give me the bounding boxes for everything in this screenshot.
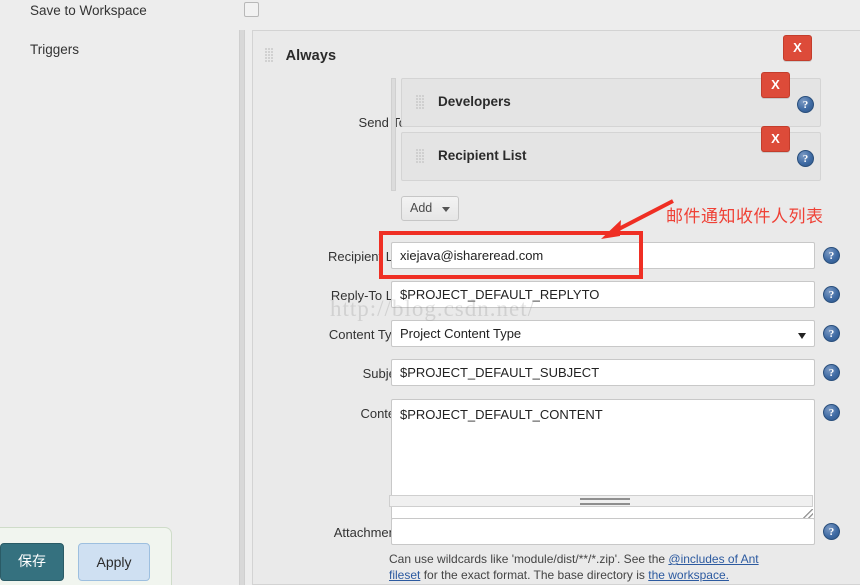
close-recipient-list-button[interactable]: X <box>761 126 790 152</box>
label-content: Content <box>281 406 406 421</box>
send-to-rail <box>391 78 396 191</box>
close-always-panel-button[interactable]: X <box>783 35 812 61</box>
add-recipient-button[interactable]: Add <box>401 196 459 221</box>
recipient-card-recipient-list: Recipient List X ? <box>401 132 821 181</box>
add-button-label: Add <box>410 201 432 215</box>
drag-handle-icon[interactable] <box>416 149 425 164</box>
save-to-workspace-checkbox[interactable] <box>244 2 259 17</box>
label-triggers: Triggers <box>30 42 79 57</box>
workspace-link[interactable]: the workspace. <box>648 568 729 582</box>
scrollbar-thumb[interactable] <box>580 498 630 505</box>
attachments-help-text: Can use wildcards like 'module/dist/**/*… <box>389 551 819 583</box>
help-icon[interactable]: ? <box>823 364 840 381</box>
help-icon[interactable]: ? <box>823 286 840 303</box>
recipient-list-input[interactable] <box>391 242 815 269</box>
recipient-card-developers: Developers X ? <box>401 78 821 127</box>
label-reply-to-list: Reply-To List <box>281 288 406 303</box>
always-title-text: Always <box>286 48 337 64</box>
subject-input[interactable] <box>391 359 815 386</box>
help-text-part2: for the exact format. The base directory… <box>420 568 648 582</box>
left-form-pane: Save to Workspace Triggers <box>0 0 240 585</box>
annotation-text: 邮件通知收件人列表 <box>666 202 824 227</box>
label-subject: Subject <box>281 366 406 381</box>
drag-handle-icon[interactable] <box>265 48 274 63</box>
close-developers-button[interactable]: X <box>761 72 790 98</box>
label-send-to: Send To <box>281 115 406 130</box>
label-content-type: Content Type <box>281 327 406 342</box>
reply-to-list-input[interactable] <box>391 281 815 308</box>
help-icon[interactable]: ? <box>797 150 814 167</box>
help-icon[interactable]: ? <box>823 247 840 264</box>
chevron-down-icon <box>442 207 450 212</box>
pane-divider-rail <box>239 30 245 585</box>
recipient-card-label: Developers <box>438 94 511 109</box>
attachments-input[interactable] <box>391 518 815 545</box>
help-icon[interactable]: ? <box>823 325 840 342</box>
drag-handle-icon[interactable] <box>416 95 425 110</box>
label-save-to-workspace: Save to Workspace <box>30 3 147 18</box>
label-attachments: Attachments <box>281 525 406 540</box>
label-recipient-list: Recipient List <box>281 249 406 264</box>
always-panel-title: Always <box>265 48 336 64</box>
help-icon[interactable]: ? <box>797 96 814 113</box>
recipient-card-label: Recipient List <box>438 148 527 163</box>
save-button[interactable]: 保存 <box>0 543 64 581</box>
content-horizontal-scrollbar[interactable] <box>389 495 813 507</box>
ant-includes-link[interactable]: @includes of Ant <box>668 552 758 566</box>
help-icon[interactable]: ? <box>823 404 840 421</box>
content-type-select[interactable]: Project Content Type <box>391 320 815 347</box>
apply-button[interactable]: Apply <box>78 543 150 581</box>
help-text-part1: Can use wildcards like 'module/dist/**/*… <box>389 552 668 566</box>
help-icon[interactable]: ? <box>823 523 840 540</box>
fileset-link[interactable]: fileset <box>389 568 420 582</box>
screen-root: Save to Workspace Triggers Always X Send… <box>0 0 860 585</box>
